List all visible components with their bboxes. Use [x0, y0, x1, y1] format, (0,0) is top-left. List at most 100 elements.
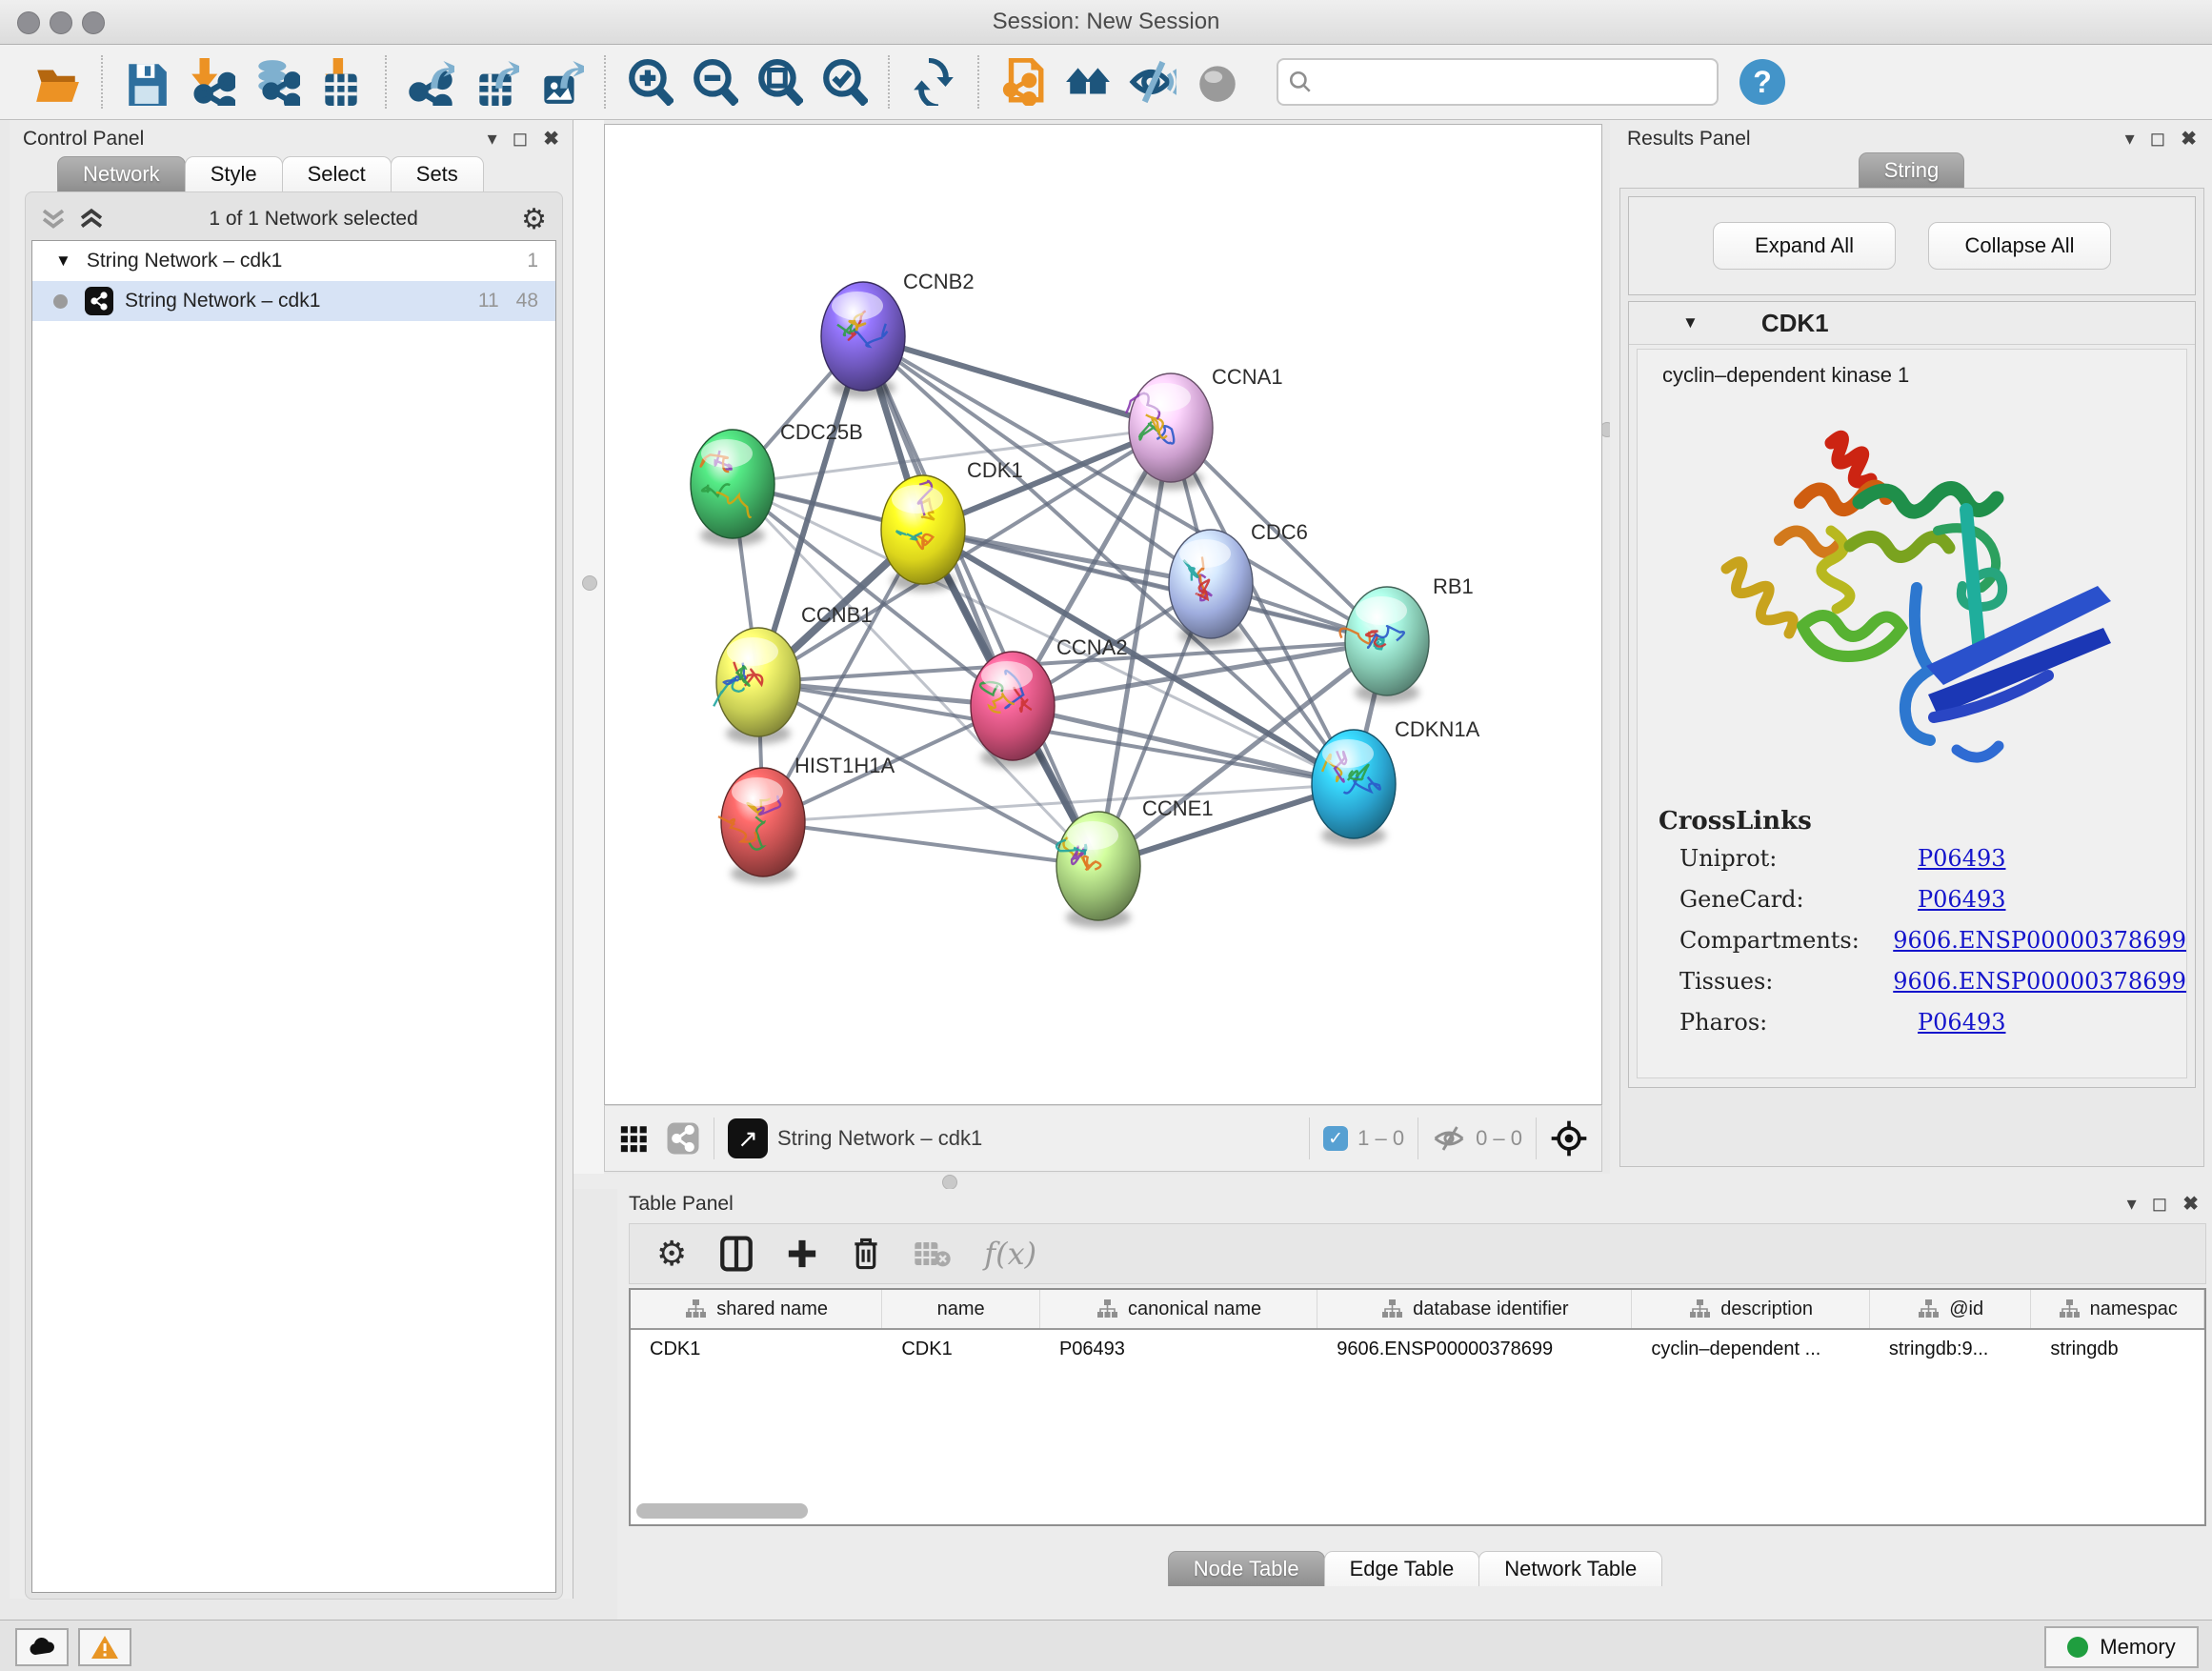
network-node-CDK1[interactable]: CDK1 [881, 458, 1023, 592]
splitter-handle[interactable] [942, 1175, 957, 1190]
zoom-in-button[interactable] [621, 53, 678, 111]
string-home-button[interactable] [1059, 53, 1116, 111]
table-options-gear-icon[interactable]: ⚙ [656, 1237, 687, 1271]
fit-selected-crosshair-icon[interactable] [1550, 1119, 1588, 1158]
column-header-namespac[interactable]: namespac [2031, 1290, 2204, 1328]
search-box[interactable] [1277, 58, 1719, 106]
network-node-RB1[interactable]: RB1 [1340, 574, 1474, 703]
crosslink-link[interactable]: P06493 [1918, 886, 2006, 913]
close-panel-icon[interactable]: ✖ [2181, 130, 2197, 149]
horizontal-splitter[interactable] [573, 1174, 2212, 1189]
function-builder-icon[interactable]: f(x) [984, 1236, 1036, 1272]
open-session-button[interactable] [29, 53, 86, 111]
network-edge[interactable] [1013, 706, 1354, 784]
panel-menu-icon[interactable]: ▾ [2125, 130, 2135, 149]
tab-network-table[interactable]: Network Table [1478, 1551, 1662, 1586]
tab-network[interactable]: Network [57, 156, 186, 191]
import-network-from-file-button[interactable] [183, 53, 240, 111]
help-button[interactable]: ? [1734, 53, 1791, 111]
column-header-name[interactable]: name [882, 1290, 1040, 1328]
crosslink-link[interactable]: 9606.ENSP00000378699 [1893, 927, 2186, 954]
vertical-splitter[interactable] [573, 120, 604, 1189]
table-cell[interactable]: CDK1 [631, 1330, 882, 1368]
network-node-CDKN1A[interactable]: CDKN1A [1312, 717, 1480, 846]
create-column-plus-icon[interactable] [786, 1238, 818, 1270]
tab-select[interactable]: Select [282, 156, 392, 191]
column-header-shared-name[interactable]: shared name [631, 1290, 882, 1328]
export-network-button[interactable] [402, 53, 459, 111]
table-cell[interactable]: 9606.ENSP00000378699 [1317, 1330, 1632, 1368]
zoom-out-button[interactable] [686, 53, 743, 111]
network-node-CCNB1[interactable]: CCNB1 [714, 603, 872, 744]
float-panel-icon[interactable]: ◻ [2152, 1195, 2168, 1214]
table-cell[interactable]: stringdb [2031, 1330, 2204, 1368]
network-share-icon[interactable] [666, 1121, 700, 1156]
enhanced-graphics-button[interactable] [1124, 53, 1181, 111]
node-table[interactable]: shared namenamecanonical namedatabase id… [629, 1288, 2206, 1526]
collapse-all-networks-icon[interactable] [39, 207, 68, 232]
tab-node-table[interactable]: Node Table [1168, 1551, 1325, 1586]
search-input[interactable] [1313, 69, 1707, 95]
hidden-eye-slash-icon[interactable] [1432, 1124, 1466, 1153]
column-header--id[interactable]: @id [1870, 1290, 2032, 1328]
tab-edge-table[interactable]: Edge Table [1324, 1551, 1480, 1586]
import-table-from-file-button[interactable] [312, 53, 370, 111]
network-row-selected[interactable]: String Network – cdk1 11 48 [32, 281, 555, 321]
tab-style[interactable]: Style [185, 156, 283, 191]
delete-table-icon[interactable] [914, 1239, 952, 1268]
network-node-CDC25B[interactable]: CDC25B [691, 420, 863, 546]
column-header-database-identifier[interactable]: database identifier [1317, 1290, 1632, 1328]
collapse-protein-icon[interactable]: ▼ [1682, 313, 1699, 332]
selected-checkbox-icon[interactable]: ✓ [1323, 1126, 1348, 1151]
network-options-gear-icon[interactable]: ⚙ [521, 203, 547, 236]
export-image-button[interactable] [532, 53, 589, 111]
warning-status-button[interactable] [78, 1628, 131, 1666]
network-node-CCNA1[interactable]: CCNA1 [1126, 365, 1283, 490]
network-edge[interactable] [863, 336, 1098, 866]
birdseye-view-icon[interactable] [618, 1122, 651, 1155]
tab-string[interactable]: String [1859, 152, 1964, 188]
float-panel-icon[interactable]: ◻ [2150, 130, 2166, 149]
crosslink-link[interactable]: 9606.ENSP00000378699 [1893, 968, 2186, 995]
collapse-all-button[interactable]: Collapse All [1928, 222, 2111, 270]
show-glass-ball-button[interactable] [1189, 53, 1246, 111]
network-edge[interactable] [763, 822, 1098, 866]
panel-menu-icon[interactable]: ▾ [488, 130, 497, 149]
column-header-canonical-name[interactable]: canonical name [1040, 1290, 1317, 1328]
table-cell[interactable]: stringdb:9... [1870, 1330, 2032, 1368]
crosslink-link[interactable]: P06493 [1918, 1009, 2006, 1036]
crosslink-link[interactable]: P06493 [1918, 845, 2006, 872]
show-columns-icon[interactable] [719, 1235, 754, 1273]
table-cell[interactable]: cyclin–dependent ... [1632, 1330, 1869, 1368]
network-column-icon [1688, 1299, 1711, 1319]
table-cell[interactable]: P06493 [1040, 1330, 1317, 1368]
refresh-button[interactable] [905, 53, 962, 111]
splitter-handle[interactable] [582, 575, 597, 591]
table-cell[interactable]: CDK1 [882, 1330, 1040, 1368]
cloud-status-button[interactable] [15, 1628, 69, 1666]
expand-all-button[interactable]: Expand All [1713, 222, 1896, 270]
memory-button[interactable]: Memory [2044, 1626, 2199, 1668]
export-table-button[interactable] [467, 53, 524, 111]
save-session-button[interactable] [118, 53, 175, 111]
horizontal-scrollbar-thumb[interactable] [636, 1503, 808, 1519]
network-collection-row[interactable]: ▼ String Network – cdk1 1 [32, 241, 555, 281]
close-panel-icon[interactable]: ✖ [543, 130, 559, 149]
share-current-document-button[interactable] [995, 53, 1052, 111]
panel-menu-icon[interactable]: ▾ [2127, 1195, 2137, 1214]
tab-sets[interactable]: Sets [391, 156, 484, 191]
float-panel-icon[interactable]: ◻ [513, 130, 529, 149]
open-in-browser-icon[interactable]: ↗ [728, 1118, 768, 1158]
network-node-CCNB2[interactable]: CCNB2 [821, 270, 975, 398]
zoom-fit-button[interactable] [751, 53, 808, 111]
delete-column-trash-icon[interactable] [851, 1236, 881, 1272]
import-network-from-database-button[interactable] [248, 53, 305, 111]
network-node-CCNE1[interactable]: CCNE1 [1056, 796, 1214, 928]
close-panel-icon[interactable]: ✖ [2182, 1195, 2199, 1214]
expand-all-networks-icon[interactable] [77, 207, 106, 232]
network-edge[interactable] [863, 336, 1171, 428]
zoom-selected-button[interactable] [815, 53, 873, 111]
network-collection-label: String Network – cdk1 [87, 250, 282, 272]
network-view-canvas[interactable]: CCNB2CCNA1CDC25BCDK1CDC6RB1CCNB1CCNA2CDK… [604, 124, 1602, 1105]
column-header-description[interactable]: description [1632, 1290, 1869, 1328]
